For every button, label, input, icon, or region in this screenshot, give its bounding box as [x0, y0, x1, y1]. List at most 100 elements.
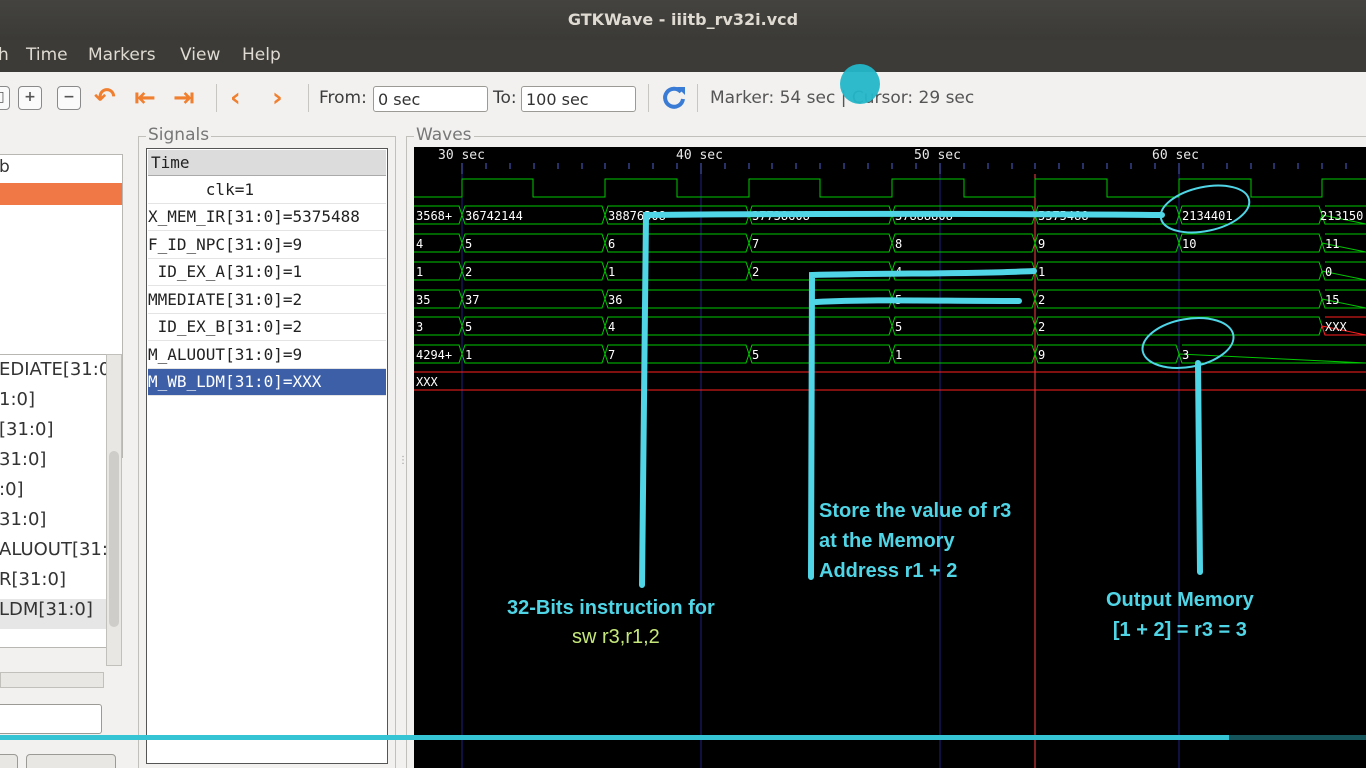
append-button[interactable] — [0, 754, 18, 768]
bus-value: 2 — [1038, 320, 1045, 334]
chevron-left-icon[interactable]: ‹ — [230, 85, 254, 111]
annotation-line: at the Memory — [819, 530, 955, 552]
bus-value: 3 — [1182, 348, 1189, 362]
bus-value: 5 — [465, 237, 472, 251]
signal-row[interactable]: clk=1 — [148, 177, 386, 204]
signal-row-selected[interactable]: M_WB_LDM[31:0]=XXX — [148, 369, 386, 396]
bus-value: 5 — [752, 348, 759, 362]
bus-value: 35 — [416, 293, 430, 307]
signal-list-item[interactable]: R[31:0] — [0, 569, 107, 599]
signal-row[interactable]: MMEDIATE[31:0]=2 — [148, 287, 386, 314]
toolbar-separator — [697, 84, 698, 112]
bus-value: 1 — [416, 265, 423, 279]
menu-view[interactable]: View — [180, 45, 220, 65]
signal-list-item[interactable]: 31:0] — [0, 509, 107, 539]
signal-list-item[interactable]: :0] — [0, 479, 107, 509]
signal-row[interactable]: X_MEM_IR[31:0]=5375488 — [148, 204, 386, 231]
bus-value: 2 — [465, 265, 472, 279]
window-title: GTKWave - iiitb_rv32i.vcd — [0, 0, 1366, 40]
bus-value: 2 — [1038, 293, 1045, 307]
from-label: From: — [319, 88, 367, 108]
annotation-line: [1 + 2] = r3 = 3 — [1112, 619, 1247, 641]
bus-value: 15 — [1325, 293, 1339, 307]
bus-value: 37 — [465, 293, 479, 307]
tree-item-selected[interactable] — [0, 183, 122, 205]
signal-list-item[interactable]: ALUOUT[31: — [0, 539, 107, 569]
signals-list[interactable]: Time clk=1 X_MEM_IR[31:0]=5375488 F_ID_N… — [146, 148, 388, 764]
scrollbar-thumb[interactable] — [109, 451, 119, 627]
to-end-icon[interactable]: ⇥ — [173, 85, 197, 111]
vertical-scrollbar[interactable] — [106, 354, 122, 666]
bus-value: 3568+ — [416, 209, 452, 223]
bus-value: 4 — [416, 237, 423, 251]
signal-list-item[interactable]: 1:0] — [0, 389, 107, 419]
bus-value: 1 — [465, 348, 472, 362]
chevron-right-icon[interactable]: › — [272, 85, 296, 111]
menu-search[interactable]: h — [0, 45, 9, 65]
menu-help[interactable]: Help — [242, 45, 281, 65]
bus-value: 5 — [895, 320, 902, 334]
zoom-in-icon[interactable]: + — [18, 86, 42, 110]
signals-header: Time — [148, 150, 386, 176]
tree-item[interactable]: b — [0, 157, 122, 183]
bus-value: 8 — [895, 237, 902, 251]
bus-value: XXX — [416, 375, 438, 389]
annotation-output: Output Memory [1 + 2] = r3 = 3 — [1106, 585, 1254, 645]
signal-row[interactable]: F_ID_NPC[31:0]=9 — [148, 232, 386, 259]
bus-value: 213150 — [1320, 209, 1363, 223]
annotation-line: Address r1 + 2 — [819, 560, 958, 582]
bus-value: 2134401 — [1182, 209, 1233, 223]
signal-list-item-selected[interactable]: LDM[31:0] — [0, 599, 107, 629]
signal-row[interactable]: ID_EX_A[31:0]=1 — [148, 259, 386, 286]
touch-indicator — [840, 64, 880, 104]
waveform-background — [414, 147, 1366, 768]
to-start-icon[interactable]: ⇤ — [134, 85, 158, 111]
waveform-view[interactable]: 30 sec 40 sec 50 sec 60 sec 3568+ 367421… — [414, 147, 1366, 768]
undo-icon[interactable]: ↶ — [94, 85, 118, 111]
to-input[interactable] — [521, 86, 636, 112]
bus-value: 36 — [608, 293, 622, 307]
bus-value: 5 — [465, 320, 472, 334]
signal-row[interactable]: M_ALUOUT[31:0]=9 — [148, 342, 386, 369]
annotation-store: Store the value of r3 at the Memory Addr… — [819, 496, 1011, 586]
bus-value: 9 — [1038, 348, 1045, 362]
bus-value: 10 — [1182, 237, 1196, 251]
bus-value: 6 — [608, 237, 615, 251]
bus-value: 36742144 — [465, 209, 523, 223]
bus-value: 4294+ — [416, 348, 452, 362]
zoom-out-icon[interactable]: − — [57, 86, 81, 110]
horizontal-scrollbar[interactable] — [0, 672, 104, 688]
bus-value: 3 — [416, 320, 423, 334]
time-label: 40 sec — [676, 148, 723, 163]
bus-value: 1 — [1038, 265, 1045, 279]
time-label: 50 sec — [914, 148, 961, 163]
zoom-fit-icon[interactable]: □ — [0, 86, 10, 110]
bus-value: 11 — [1325, 237, 1339, 251]
signal-list[interactable]: EDIATE[31:0 1:0] [31:0] 31:0] :0] 31:0] … — [0, 354, 108, 648]
to-label: To: — [493, 88, 517, 108]
reload-icon[interactable] — [660, 84, 688, 112]
filter-input[interactable] — [0, 704, 102, 734]
menu-markers[interactable]: Markers — [88, 45, 156, 65]
menubar: h Time Markers View Help — [0, 40, 1366, 72]
signal-list-item[interactable]: 31:0] — [0, 449, 107, 479]
signal-list-item[interactable]: [31:0] — [0, 419, 107, 449]
annotation-instruction-code: sw r3,r1,2 — [572, 626, 660, 648]
toolbar-separator — [648, 84, 649, 112]
annotation-instruction: 32-Bits instruction for — [507, 597, 715, 619]
bus-value: 1 — [895, 348, 902, 362]
bus-value: 9 — [1038, 237, 1045, 251]
replace-button[interactable]: Replace — [26, 754, 116, 768]
waves-frame-label: Waves — [414, 125, 474, 145]
signal-list-item[interactable]: EDIATE[31:0 — [0, 359, 107, 389]
toolbar-separator — [308, 84, 309, 112]
video-progress-fill — [0, 735, 1230, 740]
bus-value: 7 — [608, 348, 615, 362]
menu-time[interactable]: Time — [26, 45, 68, 65]
toolbar-separator — [216, 84, 217, 112]
signals-frame-label: Signals — [146, 125, 212, 145]
bus-value: 1 — [608, 265, 615, 279]
time-label: 60 sec — [1152, 148, 1199, 163]
signal-row[interactable]: ID_EX_B[31:0]=2 — [148, 314, 386, 341]
from-input[interactable] — [373, 86, 488, 112]
